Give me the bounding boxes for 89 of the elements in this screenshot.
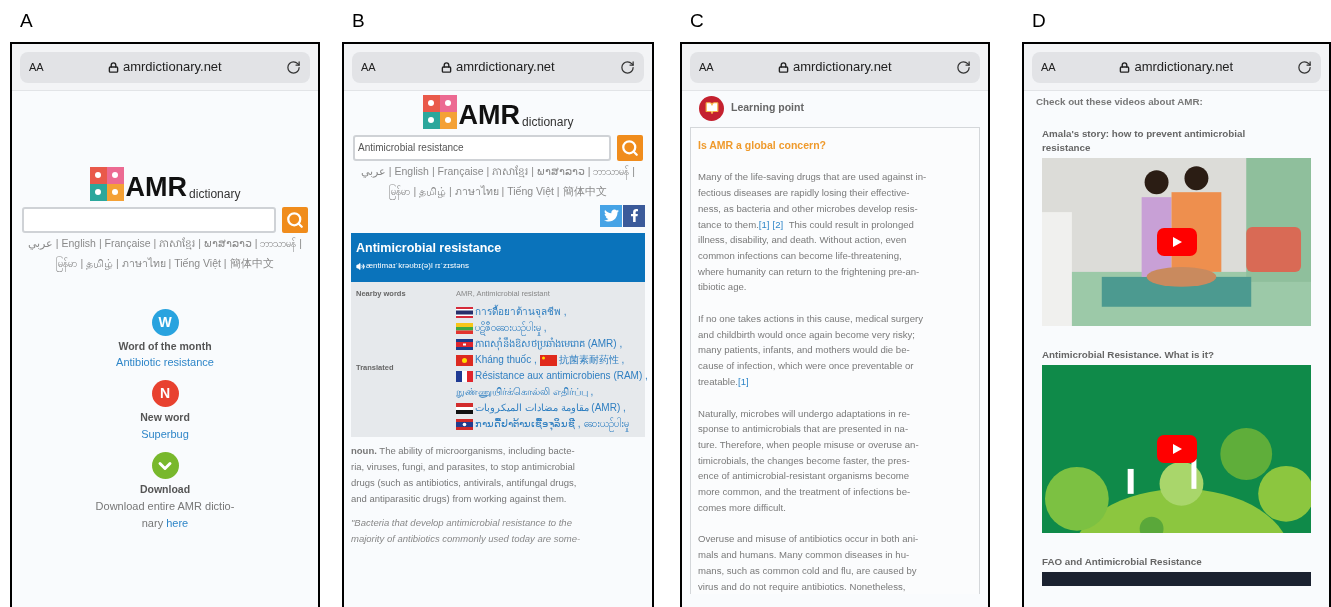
logo-title: AMR (125, 172, 188, 201)
feature-title: New word (140, 410, 190, 426)
separator-text: | (501, 184, 505, 197)
separator-text: | (449, 184, 452, 197)
article-paragraph: Many of the life-saving drugs that are used against in- fectious diseases are rapidly losing their effective- ness, as bacteria and other microbes develop resis- tance to them.[1] [2] This could result in prolonged illness, disability, and death. Without action, even common infections can become life-threatening, where humanity can return to the frightening pre-an- tibiotic age. (698, 170, 928, 295)
text-size-button[interactable]: AA (1041, 58, 1056, 76)
logo-subtitle: dictionary (522, 114, 574, 129)
reference-link[interactable]: [2] (772, 218, 784, 230)
translation-link[interactable]: Résistance aux antimicrobiens (RAM) , (475, 369, 648, 381)
separator-text: | (116, 256, 119, 269)
url-text[interactable]: amrdictionary.net (792, 57, 892, 77)
language-link[interactable]: Tiếng Việt (174, 256, 221, 269)
video-title: Amala's story: how to prevent antimicrobial resistance (1042, 127, 1247, 156)
separator-text: | (388, 164, 392, 177)
language-link[interactable]: ភាសាខ្មែរ (492, 164, 529, 177)
letter-badge: W (151, 308, 179, 336)
videos-heading: Check out these videos about AMR: (1036, 94, 1204, 109)
language-link[interactable]: عربي (360, 164, 386, 177)
separator-text: | (80, 256, 84, 269)
separator-text: | (98, 236, 102, 249)
url-text[interactable]: amrdictionary.net (122, 57, 222, 77)
language-link[interactable]: தமிழ் (86, 256, 114, 269)
search-field[interactable]: Antimicrobial resistance (353, 134, 611, 161)
reference-link[interactable]: [1] (758, 218, 770, 230)
language-link[interactable]: English (394, 164, 429, 177)
language-link[interactable]: Française (104, 236, 151, 249)
language-link[interactable]: عربي (27, 236, 53, 249)
translation-link[interactable]: การดื้อยาต้านจุลชีพ , (475, 305, 567, 317)
separator-text: | (168, 256, 172, 269)
panel-label: A (20, 8, 33, 33)
logo-subtitle: dictionary (189, 186, 241, 201)
language-link[interactable]: ภาษาไทย (454, 184, 499, 197)
video-title: FAO and Antimicrobial Resistance (1042, 555, 1203, 570)
feature-link[interactable]: here (166, 516, 189, 529)
separator-text: | (632, 164, 636, 177)
separator-text: | (153, 236, 157, 249)
example-quote: "Bacteria that develop antimicrobial resistance to the majority of antibiotics commonly used today are some- (351, 515, 582, 546)
text-size-button[interactable]: AA (699, 58, 714, 76)
feature-description: Download entire AMR dictio- nary here (95, 498, 235, 531)
language-link[interactable]: English (61, 236, 96, 249)
language-link[interactable]: ภาษาไทย (121, 256, 166, 269)
translation-link[interactable]: Kháng thuốc , (475, 353, 537, 365)
logo-title: AMR (458, 100, 521, 129)
translation-link[interactable]: ភាពស៊ាំនឹងឱសថប្រឆាំងមេរោគ (AMR) , (475, 337, 623, 349)
separator-text: | (587, 164, 591, 177)
letter-badge: N (151, 380, 179, 408)
language-link[interactable]: Française (437, 164, 484, 177)
separator-text: | (299, 236, 303, 249)
panel-label: B (352, 8, 365, 33)
separator-text: | (254, 236, 258, 249)
separator-text: | (55, 236, 59, 249)
section-title: Learning point (731, 100, 804, 116)
language-link[interactable]: Tiếng Việt (507, 184, 554, 197)
panel-label: D (1032, 8, 1046, 33)
separator-text: | (413, 184, 417, 197)
url-text[interactable]: amrdictionary.net (1134, 57, 1234, 77)
separator-text: | (531, 164, 534, 177)
separator-text: | (198, 236, 201, 249)
article-title: Is AMR a global concern? (698, 137, 827, 153)
translation-link[interactable]: ການດື້ຢາຕ້ານເຊື້ອຈຸລິນຊີ , (475, 417, 581, 429)
language-link[interactable]: ພາສາລາວ (536, 164, 585, 177)
language-link[interactable]: 簡体中文 (562, 184, 607, 197)
pronunciation-text: æntimaɪˈkrəʊbɪ(ə)l rɪˈzɪstəns (366, 260, 470, 273)
translation-link[interactable]: 抗菌素耐药性 , (558, 353, 625, 365)
separator-text: | (223, 256, 227, 269)
translation-link[interactable]: நுண்ணுயிர்க்கொல்லி எதிர்ப்பு , (456, 385, 594, 397)
definition-text: noun. The ability of microorganisms, including bacte- ria, viruses, fungi, and parasites, to stop antimicrobial drugs (such as antibiotics, antivirals, antifungal drugs, and antiparasitic drugs) from working against them. (351, 443, 578, 506)
article-paragraph: If no one takes actions in this cause, medical surgery and childbirth would once again become very risky; many patients, infants, and mothers would die be- cause of infection, which were once preventable or treatable.[1] (698, 312, 925, 389)
article-paragraph: Overuse and misuse of antibiotics occur in both ani- mals and humans. Many common diseases in hu- mans, such as common cold and flu, are caused by virus and do not require antibiotics. Nonetheless, (698, 532, 920, 594)
url-text[interactable]: amrdictionary.net (455, 57, 555, 77)
reference-link[interactable]: [1] (738, 375, 749, 387)
translation-link[interactable]: مقاومة مضادات الميكروبات (AMR) , (475, 401, 626, 413)
text-size-button[interactable]: AA (361, 58, 376, 76)
feature-title: Word of the month (118, 338, 212, 354)
entry-headword: Antimicrobial resistance (356, 239, 503, 257)
feature-title: Download (139, 482, 191, 498)
separator-text: | (431, 164, 435, 177)
separator-text: | (486, 164, 490, 177)
language-link[interactable]: தமிழ் (419, 184, 447, 197)
panel-label: C (690, 8, 704, 33)
feature-link[interactable]: Antibiotic resistance (116, 354, 214, 372)
language-link[interactable]: 簡体中文 (229, 256, 274, 269)
language-link[interactable]: ភាសាខ្មែរ (159, 236, 196, 249)
feature-link[interactable]: Superbug (141, 426, 189, 444)
separator-text: | (556, 184, 560, 197)
video-title: Antimicrobial Resistance. What is it? (1042, 348, 1216, 363)
language-link[interactable]: ພາສາລາວ (203, 236, 252, 249)
text-size-button[interactable]: AA (29, 58, 44, 76)
article-paragraph: Naturally, microbes will undergo adaptations in re- sponse to antimicrobials that are presented in na- ture. Therefore, when people misuse or overuse an- timicrobials, the changes become faster, the pres- ence of antimicrobial-resistant organisms become more common, and the treatment of infections be- comes more difficult. (698, 406, 920, 515)
